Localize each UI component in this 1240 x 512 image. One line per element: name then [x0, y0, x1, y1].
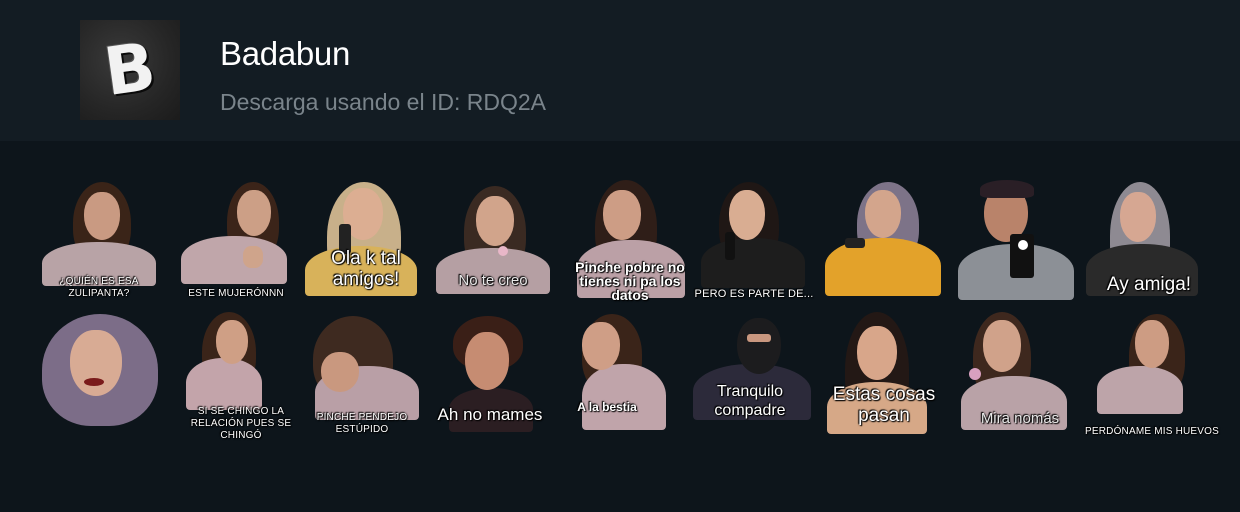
- sticker-estas-cosas-pasan[interactable]: Estas cosas pasan: [821, 312, 947, 438]
- logo-letter: B: [99, 27, 161, 112]
- sticker-image: [36, 312, 162, 438]
- pack-header: B Badabun Descarga usando el ID: RDQ2A: [0, 0, 1240, 141]
- sticker-ola-k-tal-amigos[interactable]: Ola k tal amigos!: [303, 176, 429, 302]
- sticker-pinche-pobre[interactable]: Pinche pobre no tienes ni pa los datos: [567, 176, 693, 302]
- sticker-ay-amiga[interactable]: Ay amiga!: [1086, 176, 1212, 302]
- sticker-caption: PERDÓNAME MIS HUEVOS: [1084, 426, 1220, 437]
- sticker-caption: Mira nomás: [980, 410, 1060, 427]
- sticker-este-mujeronnn[interactable]: ESTE MUJERÓNNN: [173, 176, 299, 302]
- sticker-caption: SI SE CHINGO LA RELACIÓN PUES SE CHINGÓ: [190, 406, 292, 441]
- sticker-caption: ESTE MUJERÓNNN: [188, 288, 284, 299]
- sticker-angry-woman[interactable]: [36, 312, 162, 438]
- sticker-quien-es-esa-zulipanta[interactable]: ¿QUIÉN ES ESA ZULIPANTA?: [36, 176, 162, 302]
- sticker-pero-es-parte-de[interactable]: PERO ES PARTE DE...: [691, 176, 817, 302]
- sticker-ah-no-mames[interactable]: Ah no mames: [427, 312, 553, 438]
- sticker-caption: Estas cosas pasan: [832, 384, 936, 426]
- sticker-image: [691, 176, 817, 302]
- pack-download-id: Descarga usando el ID: RDQ2A: [220, 89, 546, 115]
- sticker-mira-nomas[interactable]: Mira nomás: [957, 312, 1083, 438]
- badabun-logo: B: [80, 20, 180, 120]
- sticker-caption: A la bestia: [577, 400, 637, 414]
- sticker-perdoname-mis-huevos[interactable]: PERDÓNAME MIS HUEVOS: [1085, 312, 1219, 438]
- sticker-no-te-creo[interactable]: No te creo: [430, 176, 556, 302]
- sticker-tranquilo-compadre[interactable]: Tranquilo compadre: [687, 312, 813, 438]
- sticker-image: [817, 176, 943, 302]
- sticker-caption: No te creo: [458, 272, 528, 289]
- sticker-man-with-phone[interactable]: [954, 176, 1080, 302]
- pack-title: Badabun: [220, 35, 351, 72]
- sticker-caption: PERO ES PARTE DE...: [694, 288, 814, 300]
- sticker-caption: Tranquilo compadre: [714, 383, 786, 419]
- sticker-caption: ¿QUIÉN ES ESA ZULIPANTA?: [59, 276, 139, 299]
- sticker-yellow-jacket-phone[interactable]: [817, 176, 943, 302]
- sticker-caption: PINCHE PENDEJO ESTÚPIDO: [316, 412, 408, 435]
- sticker-grid: ¿QUIÉN ES ESA ZULIPANTA? ESTE MUJERÓNNN …: [36, 176, 1219, 441]
- sticker-si-se-chingo[interactable]: SI SE CHINGO LA RELACIÓN PUES SE CHINGÓ: [178, 312, 304, 441]
- sticker-image: [954, 176, 1080, 302]
- sticker-caption: Ay amiga!: [1106, 274, 1192, 295]
- sticker-image: [173, 176, 299, 302]
- sticker-caption: Ola k tal amigos!: [331, 248, 401, 290]
- sticker-caption: Pinche pobre no tienes ni pa los datos: [575, 259, 685, 303]
- sticker-image: [1089, 312, 1215, 438]
- sticker-pinche-pendejo-estupido[interactable]: PINCHE PENDEJO ESTÚPIDO: [299, 312, 425, 438]
